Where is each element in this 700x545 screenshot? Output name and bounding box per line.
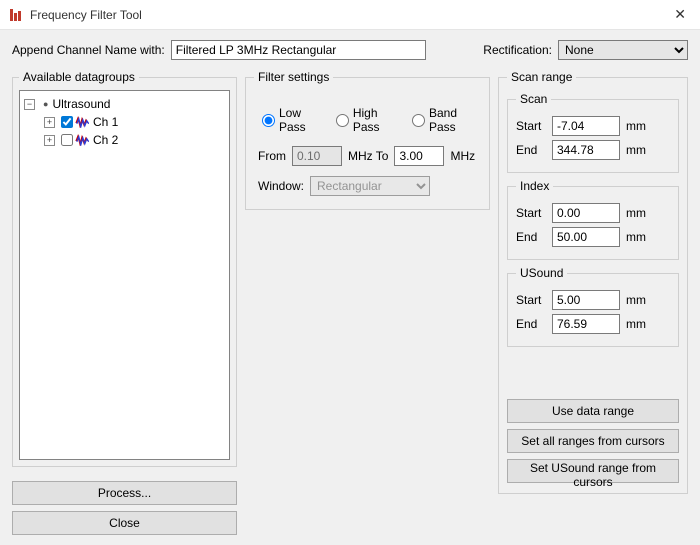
window-row: Window: Rectangular xyxy=(258,176,477,196)
end-label: End xyxy=(516,230,546,244)
usound-end-input[interactable] xyxy=(552,314,620,334)
append-row: Append Channel Name with: Rectification:… xyxy=(12,40,688,60)
rectification-label: Rectification: xyxy=(483,43,552,57)
left-column: Available datagroups − ● Ultrasound xyxy=(12,70,237,535)
radio-label: Band Pass xyxy=(429,106,477,134)
index-end-input[interactable] xyxy=(552,227,620,247)
radio-band-pass[interactable]: Band Pass xyxy=(412,106,477,134)
window-title: Frequency Filter Tool xyxy=(30,8,668,22)
end-label: End xyxy=(516,317,546,331)
set-all-ranges-button[interactable]: Set all ranges from cursors xyxy=(507,429,679,453)
rectification-select[interactable]: None xyxy=(558,40,688,60)
close-icon[interactable]: ✕ xyxy=(668,6,692,23)
scan-buttons: Use data range Set all ranges from curso… xyxy=(507,399,679,483)
radio-high-pass[interactable]: High Pass xyxy=(336,106,398,134)
expander-icon[interactable]: + xyxy=(44,117,55,128)
tree-label: Ch 1 xyxy=(91,115,118,129)
expander-icon[interactable]: − xyxy=(24,99,35,110)
radio-band-pass-input[interactable] xyxy=(412,114,425,127)
available-datagroups-group: Available datagroups − ● Ultrasound xyxy=(12,70,237,467)
tree-node-ch1[interactable]: + Ch 1 xyxy=(24,113,229,131)
tree-node-ch2[interactable]: + Ch 2 xyxy=(24,131,229,149)
usound-start-input[interactable] xyxy=(552,290,620,310)
usound-start-row: Start mm xyxy=(516,290,670,310)
unit-label: mm xyxy=(626,293,650,307)
tree-label: Ch 2 xyxy=(91,133,118,147)
radio-low-pass[interactable]: Low Pass xyxy=(262,106,322,134)
expander-icon[interactable]: + xyxy=(44,135,55,146)
append-label: Append Channel Name with: xyxy=(12,43,165,57)
scan-end-input[interactable] xyxy=(552,140,620,160)
available-datagroups-legend: Available datagroups xyxy=(19,70,139,84)
scan-start-row: Start mm xyxy=(516,116,670,136)
window-label: Window: xyxy=(258,179,304,193)
scan-section: Scan Start mm End mm xyxy=(507,92,679,173)
tree-checkbox-ch2[interactable] xyxy=(61,134,73,146)
index-section: Index Start mm End mm xyxy=(507,179,679,260)
start-label: Start xyxy=(516,206,546,220)
to-frequency-input[interactable] xyxy=(394,146,444,166)
frequency-range-row: From MHz To MHz xyxy=(258,146,477,166)
index-section-legend: Index xyxy=(516,179,553,193)
index-end-row: End mm xyxy=(516,227,670,247)
bullet-icon: ● xyxy=(43,99,48,109)
channel-icon xyxy=(75,134,89,146)
tree-node-ultrasound[interactable]: − ● Ultrasound xyxy=(24,95,229,113)
scan-end-row: End mm xyxy=(516,140,670,160)
radio-label: Low Pass xyxy=(279,106,322,134)
filter-column: Filter settings Low Pass High Pass xyxy=(245,70,490,535)
app-icon xyxy=(8,7,24,23)
mhz-label: MHz xyxy=(450,149,475,163)
from-frequency-input xyxy=(292,146,342,166)
scan-column: Scan range Scan Start mm End mm I xyxy=(498,70,688,535)
scan-range-group: Scan range Scan Start mm End mm I xyxy=(498,70,688,494)
index-start-input[interactable] xyxy=(552,203,620,223)
process-button[interactable]: Process... xyxy=(12,481,237,505)
dialog-body: Append Channel Name with: Rectification:… xyxy=(0,30,700,545)
usound-section-legend: USound xyxy=(516,266,567,280)
usound-end-row: End mm xyxy=(516,314,670,334)
unit-label: mm xyxy=(626,317,650,331)
radio-high-pass-input[interactable] xyxy=(336,114,349,127)
use-data-range-button[interactable]: Use data range xyxy=(507,399,679,423)
end-label: End xyxy=(516,143,546,157)
unit-label: mm xyxy=(626,206,650,220)
start-label: Start xyxy=(516,293,546,307)
append-channel-input[interactable] xyxy=(171,40,426,60)
channel-icon xyxy=(75,116,89,128)
set-usound-range-button[interactable]: Set USound range from cursors xyxy=(507,459,679,483)
datagroup-tree[interactable]: − ● Ultrasound + xyxy=(19,90,230,460)
close-button[interactable]: Close xyxy=(12,511,237,535)
window-select: Rectangular xyxy=(310,176,430,196)
start-label: Start xyxy=(516,119,546,133)
mhz-to-label: MHz To xyxy=(348,149,388,163)
filter-settings-group: Filter settings Low Pass High Pass xyxy=(245,70,490,210)
title-bar: Frequency Filter Tool ✕ xyxy=(0,0,700,30)
usound-section: USound Start mm End mm xyxy=(507,266,679,347)
radio-label: High Pass xyxy=(353,106,398,134)
tree-checkbox-ch1[interactable] xyxy=(61,116,73,128)
from-label: From xyxy=(258,149,286,163)
unit-label: mm xyxy=(626,143,650,157)
tree-label: Ultrasound xyxy=(50,97,110,111)
scan-section-legend: Scan xyxy=(516,92,551,106)
scan-start-input[interactable] xyxy=(552,116,620,136)
unit-label: mm xyxy=(626,230,650,244)
radio-low-pass-input[interactable] xyxy=(262,114,275,127)
index-start-row: Start mm xyxy=(516,203,670,223)
unit-label: mm xyxy=(626,119,650,133)
filter-settings-legend: Filter settings xyxy=(254,70,333,84)
filter-type-row: Low Pass High Pass Band Pass xyxy=(262,106,477,134)
scan-range-legend: Scan range xyxy=(507,70,576,84)
